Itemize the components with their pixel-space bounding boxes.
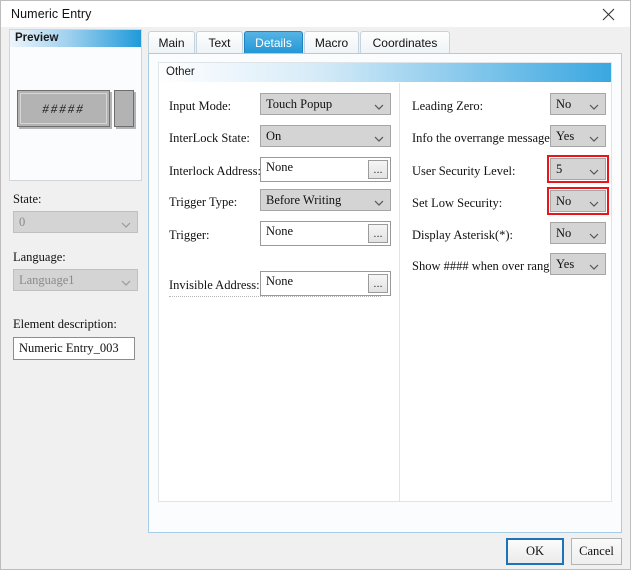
chevron-down-icon <box>589 100 599 114</box>
display-asterisk-combo[interactable]: No <box>550 222 606 244</box>
display-asterisk-value: No <box>556 226 572 240</box>
show-hash-over-range-value: Yes <box>556 257 575 271</box>
preview-side-block <box>114 90 134 127</box>
state-value: 0 <box>19 215 26 229</box>
numeric-entry-dialog: Numeric Entry Preview ##### State: 0 Lan… <box>0 0 631 570</box>
info-overrange-message-label: Info the overrange message: <box>412 131 554 145</box>
chevron-down-icon <box>589 197 599 211</box>
chevron-down-icon <box>374 196 384 210</box>
set-low-security-combo[interactable]: No <box>550 190 606 212</box>
interlock-address-input[interactable]: None ... <box>260 157 391 182</box>
trigger-type-label: Trigger Type: <box>169 195 238 209</box>
language-label: Language: <box>13 250 66 264</box>
interlock-state-value: On <box>266 129 282 143</box>
chevron-down-icon <box>589 132 599 146</box>
user-security-level-label: User Security Level: <box>412 164 516 178</box>
user-security-level-combo[interactable]: 5 <box>550 158 606 180</box>
column-divider <box>399 83 400 501</box>
cancel-button[interactable]: Cancel <box>571 538 622 565</box>
interlock-address-value: None <box>266 160 294 174</box>
info-overrange-message-value: Yes <box>556 129 575 143</box>
interlock-address-label: Interlock Address: <box>169 164 261 178</box>
preview-display-inner: ##### <box>20 93 107 124</box>
trigger-browse-button[interactable]: ... <box>368 224 388 243</box>
display-asterisk-label: Display Asterisk(*): <box>412 228 514 242</box>
leading-zero-value: No <box>556 97 572 111</box>
input-mode-label: Input Mode: <box>169 99 232 113</box>
ok-button[interactable]: OK <box>506 538 564 565</box>
group-header: Other <box>159 63 611 82</box>
chevron-down-icon <box>374 100 384 114</box>
trigger-input[interactable]: None ... <box>260 221 391 246</box>
title-bar: Numeric Entry <box>1 1 630 27</box>
set-low-security-label: Set Low Security: <box>412 196 503 210</box>
section-separator <box>169 296 381 297</box>
chevron-down-icon <box>589 165 599 179</box>
tab-panel-details: Other Input Mode: Touch Popup InterLock … <box>148 53 622 533</box>
chevron-down-icon <box>589 260 599 274</box>
tab-strip: Main Text Details Macro Coordinates <box>148 31 622 55</box>
tab-macro[interactable]: Macro <box>304 31 359 54</box>
input-mode-value: Touch Popup <box>266 97 333 111</box>
element-description-input[interactable]: Numeric Entry_003 <box>13 337 135 360</box>
dialog-body: Preview ##### State: 0 Language: Languag… <box>1 27 630 569</box>
preview-value: ##### <box>42 100 85 116</box>
state-label: State: <box>13 192 42 206</box>
invisible-address-input[interactable]: None ... <box>260 271 391 296</box>
preview-panel: Preview ##### <box>9 29 142 181</box>
trigger-label: Trigger: <box>169 228 210 242</box>
language-value: Language1 <box>19 273 75 287</box>
chevron-down-icon <box>121 218 131 232</box>
invisible-address-browse-button[interactable]: ... <box>368 274 388 293</box>
close-button[interactable] <box>586 1 630 27</box>
interlock-state-combo[interactable]: On <box>260 125 391 147</box>
interlock-state-label: InterLock State: <box>169 131 250 145</box>
tab-details[interactable]: Details <box>244 31 303 54</box>
leading-zero-combo[interactable]: No <box>550 93 606 115</box>
input-mode-combo[interactable]: Touch Popup <box>260 93 391 115</box>
invisible-address-value: None <box>266 274 294 288</box>
element-description-value: Numeric Entry_003 <box>19 341 119 355</box>
chevron-down-icon <box>589 229 599 243</box>
show-hash-over-range-combo[interactable]: Yes <box>550 253 606 275</box>
user-security-level-value: 5 <box>556 162 563 176</box>
window-title: Numeric Entry <box>11 7 92 21</box>
state-combo[interactable]: 0 <box>13 211 138 233</box>
group-other: Other Input Mode: Touch Popup InterLock … <box>158 62 612 502</box>
invisible-address-label: Invisible Address: <box>169 278 260 292</box>
tab-text[interactable]: Text <box>196 31 243 54</box>
trigger-type-combo[interactable]: Before Writing <box>260 189 391 211</box>
language-combo[interactable]: Language1 <box>13 269 138 291</box>
sidebar: Preview ##### State: 0 Language: Languag… <box>9 29 142 360</box>
show-hash-over-range-label: Show #### when over range: <box>412 259 559 273</box>
element-description-label: Element description: <box>13 317 117 331</box>
close-icon <box>602 8 615 21</box>
chevron-down-icon <box>374 132 384 146</box>
preview-header-label: Preview <box>15 32 59 44</box>
leading-zero-label: Leading Zero: <box>412 99 484 113</box>
interlock-address-browse-button[interactable]: ... <box>368 160 388 179</box>
chevron-down-icon <box>121 276 131 290</box>
group-title: Other <box>166 66 195 78</box>
preview-display: ##### <box>17 90 110 127</box>
set-low-security-value: No <box>556 194 572 208</box>
info-overrange-message-combo[interactable]: Yes <box>550 125 606 147</box>
tab-main[interactable]: Main <box>148 31 195 54</box>
trigger-value: None <box>266 224 294 238</box>
preview-widget: ##### <box>17 90 135 131</box>
preview-header: Preview <box>10 30 141 47</box>
trigger-type-value: Before Writing <box>266 193 342 207</box>
tab-coordinates[interactable]: Coordinates <box>360 31 450 54</box>
